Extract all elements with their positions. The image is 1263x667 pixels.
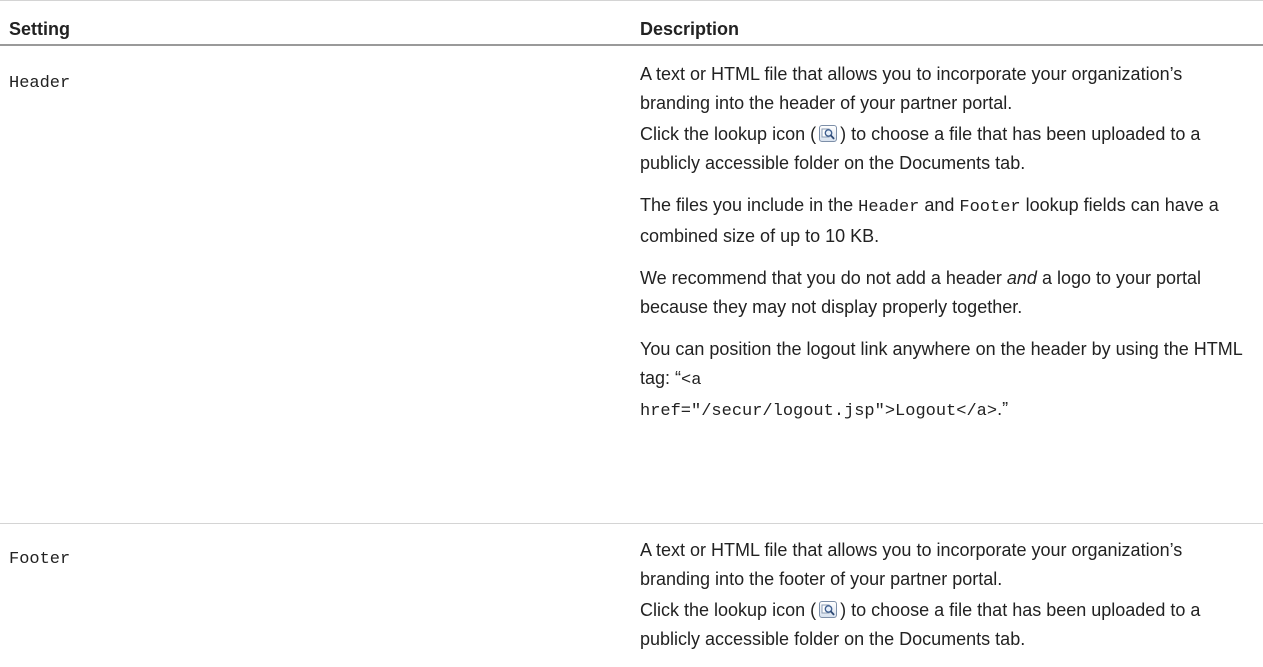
description-code-line: href="/secur/logout.jsp">Logout</a>.”	[640, 395, 1256, 426]
row-divider	[0, 523, 1263, 524]
text-fragment: You can position the logout link anywher…	[640, 339, 1243, 388]
table-top-rule	[0, 0, 1263, 1]
text-fragment: The files you include in the	[640, 195, 859, 215]
description-paragraph: A text or HTML file that allows you to i…	[640, 540, 1183, 589]
lookup-icon	[819, 125, 838, 142]
inline-code-anchor-open: <a	[681, 371, 702, 390]
setting-name-header: Header	[9, 74, 71, 93]
text-fragment: .”	[997, 399, 1009, 419]
description-header: A text or HTML file that allows you to i…	[640, 60, 1256, 426]
description-paragraph: Click the lookup icon () to choose a fil…	[640, 120, 1256, 178]
column-header-description: Description	[640, 19, 740, 39]
description-footer: A text or HTML file that allows you to i…	[640, 536, 1256, 654]
description-paragraph: Click the lookup icon () to choose a fil…	[640, 596, 1256, 654]
header-divider	[0, 44, 1263, 46]
inline-code-header: Header	[858, 198, 920, 217]
setting-name-footer: Footer	[9, 550, 71, 569]
description-paragraph: A text or HTML file that allows you to i…	[640, 64, 1183, 113]
lookup-icon	[819, 601, 838, 618]
description-paragraph: You can position the logout link anywher…	[640, 335, 1256, 395]
description-paragraph: The files you include in the Header and …	[640, 191, 1256, 251]
emphasis-text: and	[1006, 268, 1037, 288]
text-fragment: Click the lookup icon (	[640, 124, 817, 144]
text-fragment: and	[919, 195, 960, 215]
text-fragment: We recommend that you do not add a heade…	[640, 268, 1007, 288]
inline-code-logout-href: href="/secur/logout.jsp">Logout</a>	[640, 402, 998, 421]
description-paragraph: We recommend that you do not add a heade…	[640, 264, 1256, 322]
inline-code-footer: Footer	[959, 198, 1021, 217]
text-fragment: Click the lookup icon (	[640, 600, 817, 620]
column-header-setting: Setting	[9, 19, 70, 39]
